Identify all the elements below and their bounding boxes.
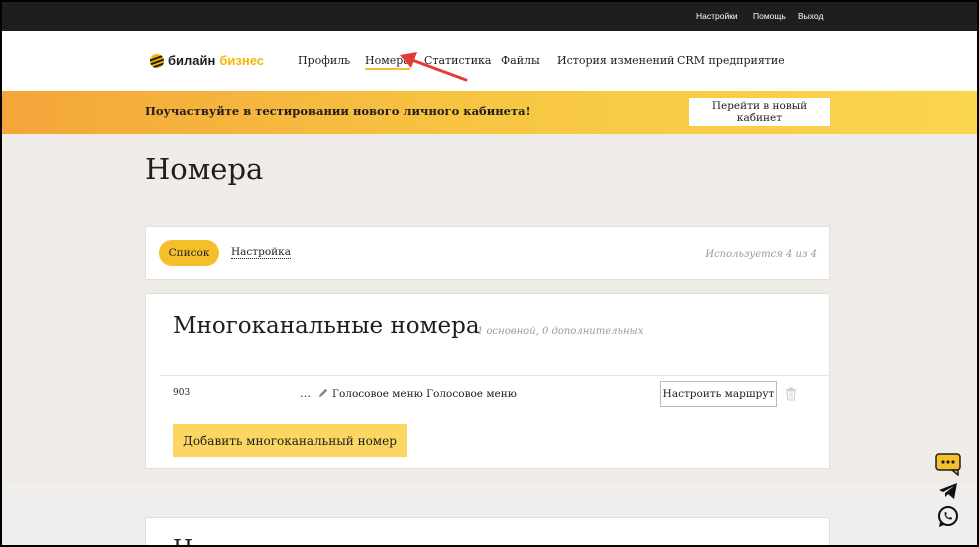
nav-crm[interactable]: CRM предприятие [677, 54, 785, 67]
help-link[interactable]: Помощь [753, 11, 786, 21]
tab-settings[interactable]: Настройка [231, 246, 291, 259]
usage-counter: Используется 4 из 4 [705, 249, 817, 260]
browser-viewport: Настройки Помощь Выход билайн бизнес Про… [2, 2, 977, 545]
whatsapp-icon[interactable] [934, 505, 962, 529]
next-section-title: Н [173, 536, 193, 545]
nav-files[interactable]: Файлы [501, 54, 540, 67]
go-to-new-cabinet-button[interactable]: Перейти в новый кабинет [689, 98, 830, 126]
next-section-card: Н [145, 517, 830, 545]
logout-link[interactable]: Выход [798, 11, 823, 21]
add-multichannel-number-button[interactable]: Добавить многоканальный номер [173, 424, 407, 457]
tab-list[interactable]: Список [159, 240, 219, 266]
more-dots[interactable]: … [300, 387, 311, 400]
red-annotation-arrow-icon [400, 52, 468, 82]
beeline-logo-icon [150, 53, 164, 68]
multichannel-subtitle: 1 основной, 0 дополнительных [477, 326, 644, 337]
beeline-business-logo[interactable]: билайн бизнес [150, 53, 264, 68]
page-title: Номера [145, 152, 264, 186]
trash-icon[interactable] [785, 387, 797, 401]
configure-route-button[interactable]: Настроить маршрут [660, 381, 777, 407]
telegram-icon[interactable] [934, 481, 962, 501]
phone-number: 903 [173, 388, 191, 398]
settings-link[interactable]: Настройки [696, 11, 738, 21]
logo-text-beeline: билайн [168, 53, 216, 68]
multichannel-numbers-card: Многоканальные номера 1 основной, 0 допо… [145, 293, 830, 469]
promo-banner: Поучаствуйте в тестировании нового лично… [2, 91, 977, 134]
nav-profile[interactable]: Профиль [298, 54, 350, 67]
chat-bubble-icon[interactable] [934, 452, 962, 476]
top-utility-bar: Настройки Помощь Выход [2, 2, 977, 31]
main-header: билайн бизнес Профиль Номера Статистика … [2, 31, 977, 91]
banner-text: Поучаствуйте в тестировании нового лично… [145, 104, 531, 118]
pencil-icon[interactable] [317, 387, 329, 399]
multichannel-title: Многоканальные номера [173, 313, 480, 339]
voice-menu-label: Голосовое меню Голосовое меню [332, 388, 517, 400]
tabs-card: Список Настройка Используется 4 из 4 [145, 226, 830, 280]
nav-history[interactable]: История изменений [557, 54, 675, 67]
row-divider [160, 375, 830, 376]
logo-text-business: бизнес [219, 53, 264, 68]
